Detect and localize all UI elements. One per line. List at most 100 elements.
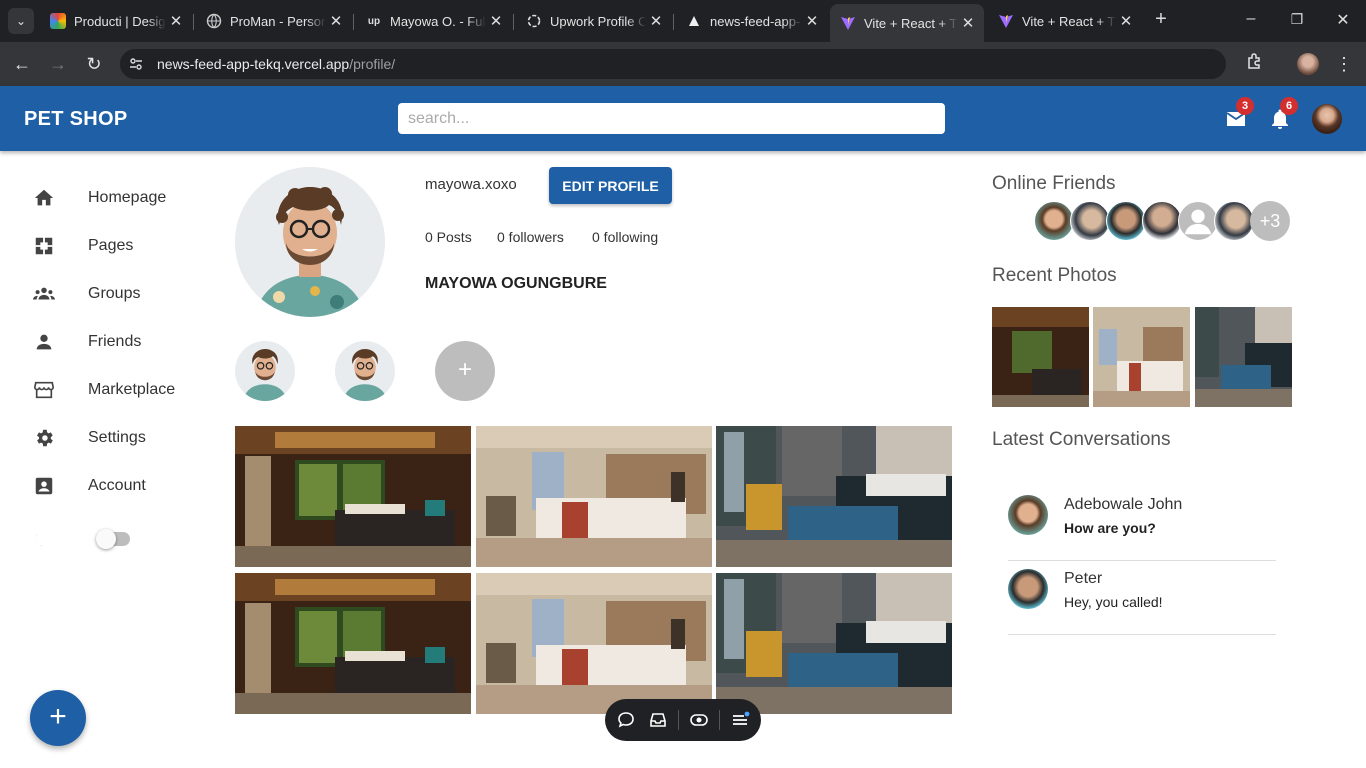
- restore-button[interactable]: ❐: [1282, 11, 1312, 28]
- store-icon: [33, 379, 55, 401]
- sidebar-item-friends[interactable]: Friends: [33, 327, 141, 357]
- followers-count[interactable]: 0 followers: [497, 229, 564, 245]
- openai-icon: [526, 13, 542, 29]
- chat-bubble-icon[interactable]: [616, 710, 636, 730]
- more-friends-count[interactable]: +3: [1250, 201, 1290, 241]
- profile-picture[interactable]: [235, 167, 385, 317]
- app-header: PET SHOP 3 6: [0, 86, 1366, 151]
- back-icon[interactable]: ←: [10, 52, 34, 76]
- following-count[interactable]: 0 following: [592, 229, 658, 245]
- user-avatar[interactable]: [1312, 104, 1342, 134]
- story-item[interactable]: [235, 341, 295, 401]
- tab-upwork-profile[interactable]: Upwork Profile C ✕: [516, 6, 672, 36]
- tab-producti[interactable]: Producti | Desig ✕: [40, 6, 192, 36]
- conversation-item[interactable]: Adebowale John How are you?: [1008, 486, 1276, 561]
- profile-username: mayowa.xoxo: [425, 176, 517, 193]
- post-photo-warm-bedroom[interactable]: [235, 426, 471, 567]
- sidebar-item-pages[interactable]: Pages: [33, 231, 133, 261]
- vite-icon: [998, 13, 1014, 29]
- vercel-icon: [686, 13, 702, 29]
- latest-conversations-title: Latest Conversations: [992, 429, 1171, 450]
- dark-mode-row: [33, 523, 88, 553]
- close-tab-icon[interactable]: ✕: [646, 12, 666, 30]
- tab-proman[interactable]: ProMan - Person ✕: [196, 6, 352, 36]
- reload-icon[interactable]: ↻: [82, 52, 106, 76]
- sidebar-item-settings[interactable]: Settings: [33, 423, 146, 453]
- upwork-icon: up: [367, 15, 381, 27]
- post-photo-blue-bench-bedroom[interactable]: [716, 426, 952, 567]
- site-info-icon[interactable]: [128, 56, 144, 72]
- tab-upwork[interactable]: up Mayowa O. - Ful ✕: [356, 6, 512, 36]
- close-tab-icon[interactable]: ✕: [326, 12, 346, 30]
- close-tab-icon[interactable]: ✕: [166, 12, 186, 30]
- recent-photo[interactable]: [992, 307, 1089, 407]
- extensions-icon[interactable]: [1243, 52, 1267, 76]
- close-tab-icon[interactable]: ✕: [958, 14, 978, 32]
- notification-badge: 6: [1280, 97, 1298, 115]
- tab-vite-react-active[interactable]: Vite + React + T ✕: [830, 4, 984, 42]
- vite-icon: [840, 15, 856, 31]
- conversation-message: How are you?: [1064, 520, 1156, 536]
- notifications-button[interactable]: 6: [1268, 97, 1298, 131]
- sidebar-item-account[interactable]: Account: [33, 471, 146, 501]
- conversation-item[interactable]: Peter Hey, you called!: [1008, 560, 1276, 635]
- brand-logo[interactable]: PET SHOP: [24, 108, 128, 131]
- new-tab-button[interactable]: +: [1146, 8, 1176, 31]
- add-post-fab[interactable]: +: [30, 690, 86, 746]
- search-input[interactable]: [398, 103, 945, 134]
- edit-profile-button[interactable]: EDIT PROFILE: [549, 167, 672, 204]
- colorful-logo-icon: [50, 13, 66, 29]
- dark-mode-toggle[interactable]: [96, 529, 136, 549]
- recent-photo[interactable]: [1195, 307, 1292, 407]
- online-friend-avatar[interactable]: [1214, 201, 1254, 241]
- gear-icon: [33, 427, 55, 449]
- sidebar-item-groups[interactable]: Groups: [33, 279, 140, 309]
- online-friend-avatar[interactable]: [1142, 201, 1182, 241]
- person-placeholder-icon: [1184, 209, 1212, 235]
- pages-icon: [33, 235, 55, 257]
- recent-photos-title: Recent Photos: [992, 265, 1117, 286]
- mail-badge: 3: [1236, 97, 1254, 115]
- online-friend-avatar[interactable]: [1106, 201, 1146, 241]
- recent-photo[interactable]: [1093, 307, 1190, 407]
- tab-search-button[interactable]: ⌄: [8, 8, 34, 34]
- minimize-button[interactable]: –: [1236, 10, 1266, 28]
- online-friend-avatar-placeholder[interactable]: [1178, 201, 1218, 241]
- browser-menu-icon[interactable]: ⋮: [1332, 52, 1356, 76]
- conversation-message: Hey, you called!: [1064, 594, 1163, 610]
- tab-news-feed[interactable]: news-feed-app- ✕: [676, 6, 828, 36]
- posts-count: 0 Posts: [425, 229, 472, 245]
- conversation-name: Peter: [1064, 570, 1103, 587]
- browser-tab-strip: ⌄ Producti | Desig ✕ ProMan - Person ✕ u…: [0, 0, 1366, 42]
- post-photo-warm-bedroom[interactable]: [235, 573, 471, 714]
- sidebar-item-marketplace[interactable]: Marketplace: [33, 375, 175, 405]
- floating-toolbar: [605, 699, 761, 741]
- post-photo-red-runner-bedroom[interactable]: [476, 426, 712, 567]
- online-friend-avatar[interactable]: [1034, 201, 1074, 241]
- close-tab-icon[interactable]: ✕: [1116, 12, 1136, 30]
- tab-vite-react-2[interactable]: Vite + React + T ✕: [988, 6, 1142, 36]
- forward-icon[interactable]: →: [46, 52, 70, 76]
- post-photo-blue-bench-bedroom[interactable]: [716, 573, 952, 714]
- menu-lines-icon[interactable]: [730, 710, 750, 730]
- close-tab-icon[interactable]: ✕: [486, 12, 506, 30]
- close-window-button[interactable]: ✕: [1328, 10, 1358, 30]
- conversation-avatar: [1008, 569, 1048, 609]
- person-icon: [33, 331, 55, 353]
- online-friends-title: Online Friends: [992, 173, 1116, 194]
- mail-button[interactable]: 3: [1224, 97, 1254, 131]
- home-icon: [33, 187, 55, 209]
- sidebar-item-homepage[interactable]: Homepage: [33, 183, 166, 213]
- online-friend-avatar[interactable]: [1070, 201, 1110, 241]
- add-story-button[interactable]: +: [435, 341, 495, 401]
- eye-icon[interactable]: [689, 710, 709, 730]
- close-tab-icon[interactable]: ✕: [802, 12, 822, 30]
- browser-profile-avatar[interactable]: [1297, 53, 1319, 75]
- story-item[interactable]: [335, 341, 395, 401]
- account-box-icon: [33, 475, 55, 497]
- url-text[interactable]: news-feed-app-tekq.vercel.app/profile/: [157, 55, 395, 73]
- post-photo-red-runner-bedroom[interactable]: [476, 573, 712, 714]
- conversation-name: Adebowale John: [1064, 496, 1183, 513]
- globe-icon: [206, 13, 222, 29]
- inbox-icon[interactable]: [648, 710, 668, 730]
